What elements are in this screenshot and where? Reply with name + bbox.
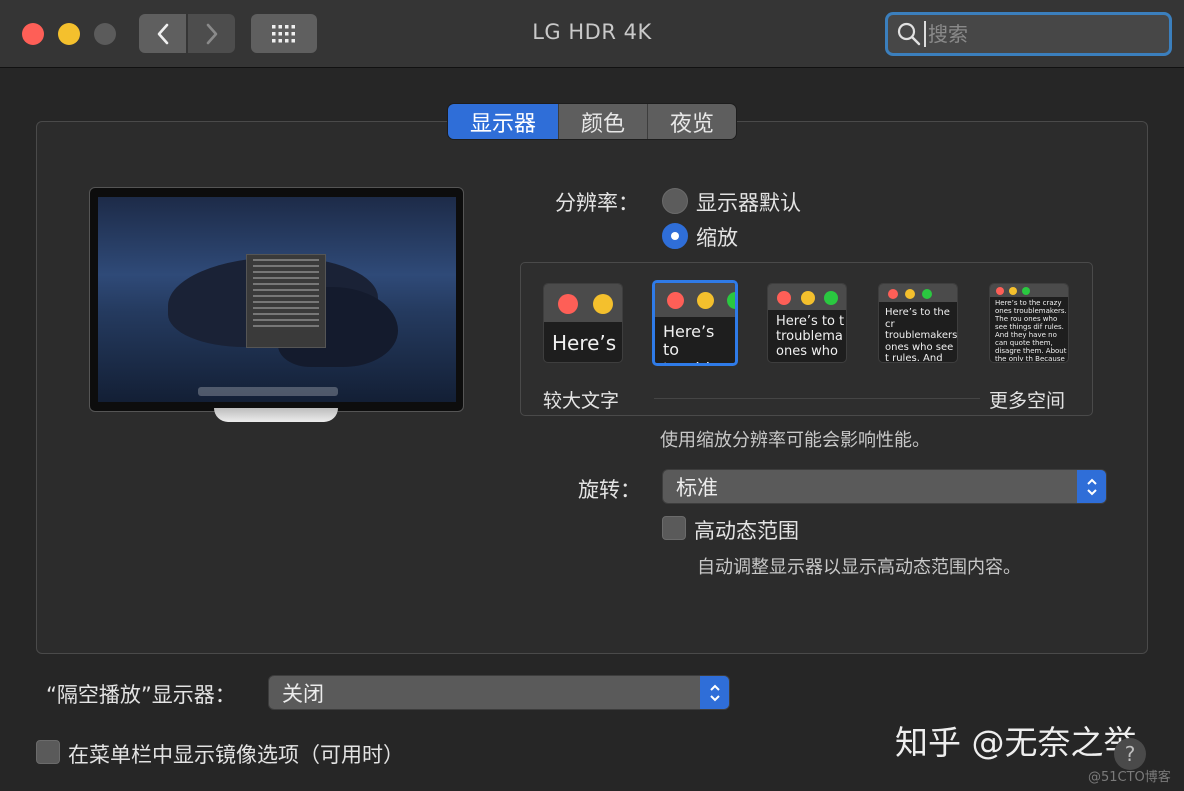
monitor-image bbox=[89, 187, 464, 412]
search-icon bbox=[897, 22, 921, 46]
more-space-label: 更多空间 bbox=[989, 390, 1066, 412]
airplay-select-value: 关闭 bbox=[282, 681, 324, 706]
tab-color[interactable]: 颜色 bbox=[559, 104, 649, 139]
radio-scaled[interactable] bbox=[662, 223, 688, 249]
updown-chevron-icon bbox=[1077, 470, 1106, 503]
updown-chevron-icon bbox=[700, 676, 729, 709]
scale-option-2-text: Here’s to troublem bbox=[663, 323, 733, 363]
radio-default-label[interactable]: 显示器默认 bbox=[696, 187, 801, 217]
dock bbox=[198, 387, 338, 396]
rotation-label: 旋转： bbox=[578, 478, 641, 502]
airplay-display-label: “隔空播放”显示器： bbox=[46, 683, 236, 707]
scale-option-5-text: Here’s to the crazy ones troublemakers. … bbox=[995, 299, 1067, 361]
scale-option-5[interactable]: Here’s to the crazy ones troublemakers. … bbox=[989, 283, 1069, 363]
larger-text-label: 较大文字 bbox=[543, 390, 620, 412]
rotation-select-value: 标准 bbox=[676, 475, 718, 500]
monitor-stand bbox=[214, 408, 338, 422]
scale-option-3-text: Here’s to t troublema ones who bbox=[776, 315, 845, 359]
scale-option-4[interactable]: Here’s to the cr troublemakers. ones who… bbox=[878, 283, 958, 363]
hdr-checkbox[interactable] bbox=[662, 516, 686, 540]
scale-option-1[interactable]: Here’s bbox=[543, 283, 623, 363]
mirror-options-label[interactable]: 在菜单栏中显示镜像选项（可用时） bbox=[68, 739, 404, 769]
scale-track-line bbox=[654, 398, 980, 399]
tab-night-shift[interactable]: 夜览 bbox=[648, 104, 737, 139]
title-bar: LG HDR 4K bbox=[0, 0, 1184, 68]
radio-default-for-display[interactable] bbox=[662, 188, 688, 214]
sample-window bbox=[246, 254, 326, 348]
desktop-wallpaper bbox=[98, 197, 456, 402]
scale-option-4-text: Here’s to the cr troublemakers. ones who… bbox=[885, 307, 958, 361]
search-field[interactable] bbox=[885, 12, 1172, 56]
scale-option-3[interactable]: Here’s to t troublema ones who bbox=[767, 283, 847, 363]
zhihu-watermark: 知乎 @无奈之举 bbox=[895, 723, 1137, 762]
scale-option-1-text: Here’s bbox=[552, 332, 617, 355]
blog-watermark: @51CTO博客 bbox=[1088, 770, 1171, 785]
airplay-display-select[interactable]: 关闭 bbox=[269, 676, 729, 709]
mirror-options-checkbox[interactable] bbox=[36, 740, 60, 764]
resolution-label: 分辨率： bbox=[555, 191, 639, 215]
performance-note: 使用缩放分辨率可能会影响性能。 bbox=[660, 430, 930, 451]
radio-scaled-label[interactable]: 缩放 bbox=[696, 222, 738, 252]
hdr-label[interactable]: 高动态范围 bbox=[694, 515, 799, 545]
scale-option-2[interactable]: Here’s to troublem bbox=[652, 280, 738, 366]
hdr-note: 自动调整显示器以显示高动态范围内容。 bbox=[697, 557, 1021, 578]
tab-bar: 显示器 颜色 夜览 bbox=[448, 104, 737, 139]
search-input[interactable] bbox=[924, 21, 1154, 47]
rotation-select[interactable]: 标准 bbox=[663, 470, 1106, 503]
tab-display[interactable]: 显示器 bbox=[448, 104, 560, 139]
